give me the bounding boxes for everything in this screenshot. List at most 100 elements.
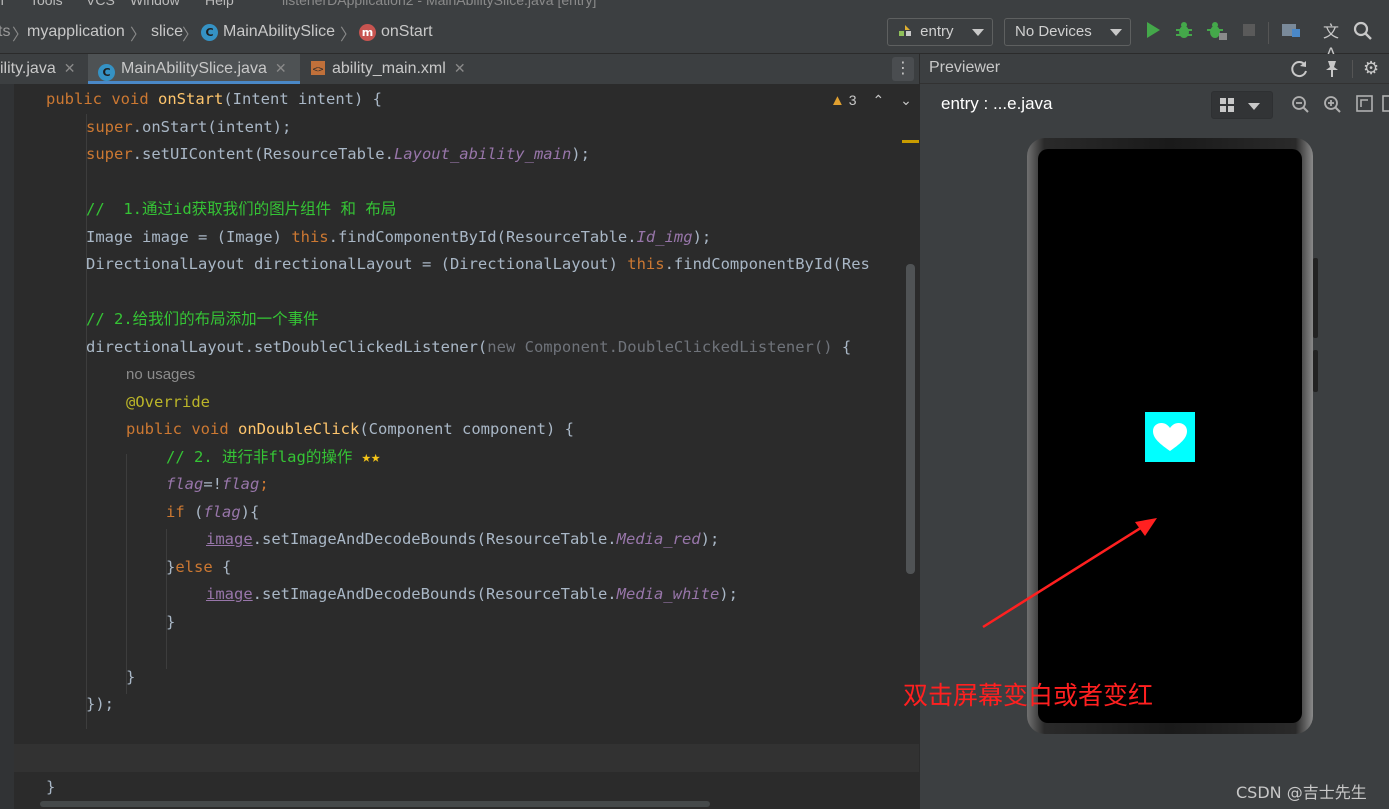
code-line: flag=!flag; — [166, 475, 269, 493]
previewer-title: Previewer — [929, 59, 1001, 76]
class-icon: C — [201, 24, 218, 41]
code-line: } — [126, 668, 136, 686]
layout-grid-icon — [1220, 98, 1235, 117]
menu-item[interactable]: n — [0, 0, 4, 8]
heart-image[interactable] — [1145, 412, 1195, 462]
watermark: CSDN @吉士先生 — [1236, 783, 1367, 802]
zoom-out-icon[interactable] — [1291, 95, 1311, 119]
annotation-arrow — [982, 518, 1157, 629]
code-line: image.setImageAndDecodeBounds(ResourceTa… — [206, 530, 720, 548]
phone-side-button — [1313, 350, 1318, 392]
breadcrumb-onstart[interactable]: onStart — [381, 23, 433, 41]
pin-icon[interactable] — [1322, 59, 1342, 83]
code-line: if (flag){ — [166, 503, 260, 521]
breadcrumb-slice[interactable]: slice — [151, 23, 183, 41]
indent-guide — [126, 454, 127, 694]
breadcrumb-separator: 〉 — [130, 25, 147, 44]
inspection-widget[interactable]: ▲ 3 ⌃ ⌄ — [830, 92, 912, 109]
attach-debugger-icon[interactable] — [1206, 21, 1228, 43]
code-line: directionalLayout.setDoubleClickedListen… — [86, 338, 852, 356]
breadcrumb-separator: 〉 — [182, 25, 199, 44]
device-select-value: No Devices — [1015, 23, 1092, 40]
fit-screen-icon[interactable] — [1356, 95, 1374, 117]
zoom-in-icon[interactable] — [1323, 95, 1343, 119]
code-comment: // 2. 进行非flag的操作 — [166, 448, 353, 466]
menu-item-vcs[interactable]: VCS — [86, 0, 115, 8]
device-select[interactable]: No Devices — [1004, 18, 1131, 46]
run-icon[interactable] — [1142, 21, 1164, 43]
chevron-down-icon — [972, 29, 984, 36]
translate-icon[interactable]: 文A — [1320, 21, 1342, 63]
more-tabs-icon[interactable]: ⋮ — [892, 57, 914, 81]
warning-stripe-marker[interactable] — [902, 140, 919, 143]
close-icon[interactable]: ✕ — [275, 60, 287, 76]
search-icon[interactable] — [1352, 21, 1374, 43]
phone-side-button — [1313, 258, 1318, 338]
vertical-scrollbar[interactable] — [906, 264, 915, 574]
rotate-icon[interactable] — [1382, 95, 1389, 113]
code-line: image.setImageAndDecodeBounds(ResourceTa… — [206, 585, 738, 603]
toolbar-divider — [1268, 22, 1269, 44]
menu-item-help[interactable]: Help — [205, 0, 234, 8]
menu-bar: n Tools VCS Window Help listenerDApplica… — [0, 0, 1389, 12]
warning-count: 3 — [848, 92, 857, 108]
code-line: // 2. 进行非flag的操作 ★★ — [166, 446, 380, 468]
tab-ability-java[interactable]: ility.java ✕ — [0, 54, 86, 84]
code-line: } — [46, 778, 56, 796]
current-line-highlight — [14, 744, 919, 772]
settings-icon[interactable]: ⚙ — [1363, 58, 1379, 79]
warning-icon: ▲ — [830, 92, 845, 109]
refresh-icon[interactable] — [1289, 59, 1309, 83]
previewer-header: Previewer ⚙ — [920, 54, 1389, 84]
code-annotation: @Override — [126, 393, 210, 411]
chevron-up-icon[interactable]: ⌃ — [872, 92, 884, 108]
code-line: super.onStart(intent); — [86, 118, 292, 136]
project-structure-icon[interactable] — [1280, 21, 1302, 43]
breadcrumb-mainabilityslice[interactable]: MainAbilitySlice — [223, 23, 335, 41]
code-line: }else { — [166, 558, 232, 576]
close-icon[interactable]: ✕ — [454, 60, 466, 76]
star-icon: ★★ — [361, 448, 381, 466]
code-line: public void onStart(Intent intent) { — [46, 90, 382, 108]
usage-hint[interactable]: no usages — [126, 364, 195, 386]
code-editor[interactable]: ▲ 3 ⌃ ⌄ public void onStart(Intent inten… — [0, 84, 919, 809]
menu-item-window[interactable]: Window — [130, 0, 180, 8]
breadcrumb-myapplication[interactable]: myapplication — [27, 23, 125, 41]
code-line: }); — [86, 695, 114, 713]
previewer-entry-label: entry : ...e.java — [941, 94, 1053, 113]
horizontal-scrollbar[interactable] — [40, 801, 710, 807]
code-line: Image image = (Image) this.findComponent… — [86, 228, 712, 246]
chevron-down-icon — [1110, 29, 1122, 36]
phone-screen[interactable] — [1038, 149, 1302, 723]
editor-tab-bar: ility.java ✕ C MainAbilitySlice.java ✕ <> a… — [0, 54, 919, 84]
navigation-bar: ts 〉 myapplication 〉 slice 〉 C MainAbili… — [0, 12, 1389, 63]
previewer-toolbar: entry : ...e.java — [920, 84, 1389, 126]
module-icon — [898, 21, 912, 36]
tab-label: ability_main.xml — [332, 60, 446, 77]
tab-ability-main-xml[interactable]: <> ability_main.xml ✕ — [302, 54, 482, 84]
heart-icon — [1153, 423, 1187, 451]
tab-label: ility.java — [0, 60, 56, 77]
xml-file-icon: <> — [310, 58, 326, 75]
close-icon[interactable]: ✕ — [64, 60, 76, 76]
method-icon: m — [359, 24, 376, 41]
window-title: listenerDApplication2 - MainAbilitySlice… — [282, 0, 597, 8]
module-select[interactable]: entry — [887, 18, 993, 46]
code-line: super.setUIContent(ResourceTable.Layout_… — [86, 145, 590, 163]
code-line: DirectionalLayout directionalLayout = (D… — [86, 255, 870, 273]
tab-label: MainAbilitySlice.java — [121, 60, 267, 77]
chevron-down-icon[interactable]: ⌄ — [900, 92, 912, 108]
stop-icon[interactable] — [1238, 21, 1260, 43]
layout-grid-select[interactable] — [1211, 91, 1273, 119]
class-icon: C — [98, 64, 115, 81]
breadcrumb-root[interactable]: ts — [0, 23, 10, 41]
menu-item-tools[interactable]: Tools — [30, 0, 63, 8]
debug-icon[interactable] — [1173, 21, 1195, 43]
chevron-down-icon — [1248, 103, 1260, 110]
breadcrumb-separator: 〉 — [12, 25, 29, 44]
code-line: public void onDoubleClick(Component comp… — [126, 420, 574, 438]
tab-mainabilityslice-java[interactable]: C MainAbilitySlice.java ✕ — [88, 54, 300, 84]
indent-guide — [166, 529, 167, 669]
editor-gutter — [0, 84, 14, 809]
svg-text:<>: <> — [313, 65, 324, 75]
